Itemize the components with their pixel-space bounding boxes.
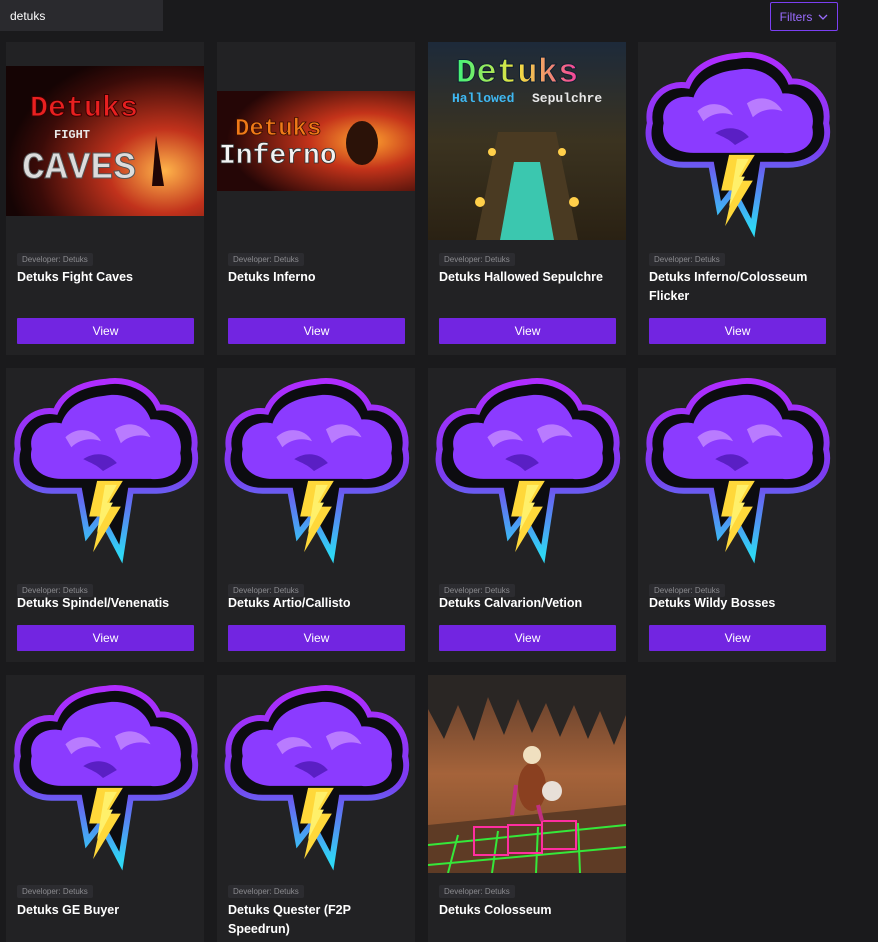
developer-tag: Developer: Detuks (228, 885, 304, 898)
developer-tag: Developer: Detuks (649, 253, 725, 266)
card-thumbnail[interactable]: Detuks Hallowed Sepulchre (428, 42, 626, 240)
card-thumbnail[interactable] (6, 368, 204, 566)
plugin-card: Detuks Inferno Developer: Detuks Detuks I… (217, 42, 415, 355)
svg-text:Sepulchre: Sepulchre (532, 91, 602, 106)
developer-tag: Developer: Detuks (439, 253, 515, 266)
plugin-card: Developer: Detuks Detuks GE Buyer (6, 675, 204, 942)
card-thumbnail[interactable] (428, 368, 626, 566)
card-title: Detuks Spindel/Venenatis (17, 596, 170, 610)
chevron-down-icon (818, 14, 828, 20)
card-thumbnail[interactable]: Detuks FIGHT CAVES (6, 42, 204, 240)
view-button[interactable]: View (17, 625, 194, 651)
card-thumbnail[interactable] (6, 675, 204, 873)
plugin-card: Detuks Hallowed Sepulchre Developer: Det… (428, 42, 626, 355)
plugin-card: Developer: Detuks Detuks Inferno/Colosseu… (638, 42, 836, 355)
developer-tag: Developer: Detuks (17, 253, 93, 266)
card-title: Detuks Wildy Bosses (649, 596, 776, 610)
card-title: Detuks Calvarion/Vetion (439, 596, 583, 610)
card-title: Detuks GE Buyer (17, 903, 120, 917)
view-button[interactable]: View (439, 318, 616, 344)
developer-tag: Developer: Detuks (228, 253, 304, 266)
view-button[interactable]: View (649, 318, 826, 344)
card-thumbnail[interactable] (638, 368, 836, 566)
svg-text:Detuks: Detuks (30, 92, 138, 126)
svg-text:Hallowed: Hallowed (452, 91, 514, 106)
card-title: Detuks Artio/Callisto (228, 596, 351, 610)
developer-tag: Developer: Detuks (17, 885, 93, 898)
card-thumbnail[interactable] (638, 42, 836, 240)
view-button[interactable]: View (439, 625, 616, 651)
svg-text:FIGHT: FIGHT (54, 128, 90, 142)
svg-text:Detuks: Detuks (235, 116, 321, 143)
plugin-card: Developer: Detuks Detuks Spindel/Venenati… (6, 368, 204, 662)
plugin-card: Developer: Detuks Detuks Quester (F2P Spe… (217, 675, 415, 942)
svg-text:CAVES: CAVES (22, 147, 136, 190)
svg-text:Detuks: Detuks (456, 55, 578, 93)
card-title: Detuks Fight Caves (17, 270, 134, 284)
card-title: Detuks Inferno (228, 270, 316, 284)
card-thumbnail[interactable] (217, 675, 415, 873)
card-thumbnail[interactable] (428, 675, 626, 873)
plugin-card: Developer: Detuks Detuks Artio/Callisto Vi… (217, 368, 415, 662)
plugin-card: Detuks FIGHT CAVES Developer: Detuks Detu… (6, 42, 204, 355)
card-thumbnail[interactable]: Detuks Inferno (217, 42, 415, 240)
view-button[interactable]: View (649, 625, 826, 651)
view-button[interactable]: View (228, 318, 405, 344)
view-button[interactable]: View (228, 625, 405, 651)
svg-text:Inferno: Inferno (219, 141, 337, 172)
plugin-card: Developer: Detuks Detuks Wildy Bosses View (638, 368, 836, 662)
card-title: Detuks Colosseum (439, 903, 552, 917)
filters-label: Filters (779, 9, 813, 24)
filters-button[interactable]: Filters (770, 2, 838, 31)
plugin-card: Developer: Detuks Detuks Calvarion/Vetion… (428, 368, 626, 662)
card-title: Detuks Hallowed Sepulchre (439, 270, 603, 284)
plugin-card: Developer: Detuks Detuks Colosseum (428, 675, 626, 942)
developer-tag: Developer: Detuks (439, 885, 515, 898)
card-title: Detuks Inferno/Colosseum Flicker (649, 270, 808, 303)
search-input[interactable] (0, 0, 163, 31)
card-title: Detuks Quester (F2P Speedrun) (228, 903, 351, 936)
scroll-gutter (838, 0, 878, 942)
view-button[interactable]: View (17, 318, 194, 344)
card-thumbnail[interactable] (217, 368, 415, 566)
